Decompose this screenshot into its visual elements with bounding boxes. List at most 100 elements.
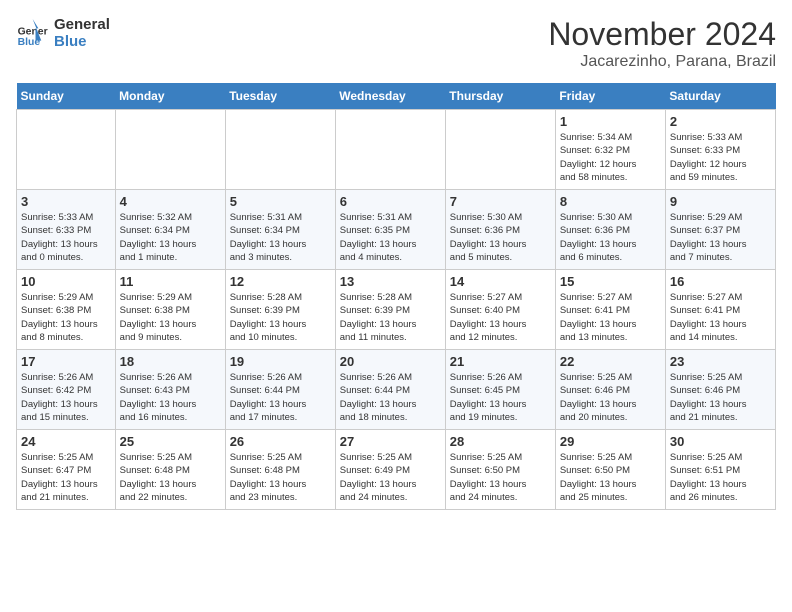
calendar-cell: 19 Sunrise: 5:26 AM Sunset: 6:44 PM Dayli… xyxy=(225,350,335,430)
day-number: 30 xyxy=(670,434,771,449)
calendar-cell: 5 Sunrise: 5:31 AM Sunset: 6:34 PM Daylig… xyxy=(225,190,335,270)
day-number: 18 xyxy=(120,354,221,369)
day-number: 9 xyxy=(670,194,771,209)
calendar-cell: 10 Sunrise: 5:29 AM Sunset: 6:38 PM Dayli… xyxy=(17,270,116,350)
day-number: 8 xyxy=(560,194,661,209)
svg-text:General: General xyxy=(18,27,48,38)
day-info: Sunrise: 5:25 AM Sunset: 6:48 PM Dayligh… xyxy=(120,451,221,504)
day-number: 6 xyxy=(340,194,441,209)
day-number: 5 xyxy=(230,194,331,209)
calendar-cell: 11 Sunrise: 5:29 AM Sunset: 6:38 PM Dayli… xyxy=(115,270,225,350)
day-number: 17 xyxy=(21,354,111,369)
day-number: 12 xyxy=(230,274,331,289)
day-info: Sunrise: 5:33 AM Sunset: 6:33 PM Dayligh… xyxy=(21,211,111,264)
page-header: General Blue General Blue November 2024 … xyxy=(16,16,776,71)
day-info: Sunrise: 5:29 AM Sunset: 6:38 PM Dayligh… xyxy=(120,291,221,344)
calendar-cell xyxy=(445,110,555,190)
day-number: 7 xyxy=(450,194,551,209)
month-title: November 2024 xyxy=(548,16,776,53)
calendar-cell: 14 Sunrise: 5:27 AM Sunset: 6:40 PM Dayli… xyxy=(445,270,555,350)
calendar-cell: 25 Sunrise: 5:25 AM Sunset: 6:48 PM Dayli… xyxy=(115,430,225,510)
day-info: Sunrise: 5:27 AM Sunset: 6:41 PM Dayligh… xyxy=(560,291,661,344)
logo: General Blue General Blue xyxy=(16,16,110,50)
calendar-cell: 6 Sunrise: 5:31 AM Sunset: 6:35 PM Daylig… xyxy=(335,190,445,270)
day-info: Sunrise: 5:30 AM Sunset: 6:36 PM Dayligh… xyxy=(560,211,661,264)
weekday-header-saturday: Saturday xyxy=(665,83,775,110)
calendar-week-4: 17 Sunrise: 5:26 AM Sunset: 6:42 PM Dayli… xyxy=(17,350,776,430)
day-info: Sunrise: 5:28 AM Sunset: 6:39 PM Dayligh… xyxy=(340,291,441,344)
calendar-cell: 16Sunrise: 5:27 AM Sunset: 6:41 PM Dayli… xyxy=(665,270,775,350)
weekday-header-sunday: Sunday xyxy=(17,83,116,110)
day-info: Sunrise: 5:29 AM Sunset: 6:37 PM Dayligh… xyxy=(670,211,771,264)
calendar-cell: 22Sunrise: 5:25 AM Sunset: 6:46 PM Dayli… xyxy=(555,350,665,430)
day-info: Sunrise: 5:29 AM Sunset: 6:38 PM Dayligh… xyxy=(21,291,111,344)
calendar-cell xyxy=(17,110,116,190)
day-number: 13 xyxy=(340,274,441,289)
location-title: Jacarezinho, Parana, Brazil xyxy=(548,53,776,71)
calendar-cell: 18 Sunrise: 5:26 AM Sunset: 6:43 PM Dayli… xyxy=(115,350,225,430)
calendar-cell xyxy=(335,110,445,190)
calendar-cell: 13 Sunrise: 5:28 AM Sunset: 6:39 PM Dayli… xyxy=(335,270,445,350)
day-info: Sunrise: 5:25 AM Sunset: 6:49 PM Dayligh… xyxy=(340,451,441,504)
day-number: 20 xyxy=(340,354,441,369)
weekday-header-thursday: Thursday xyxy=(445,83,555,110)
day-number: 25 xyxy=(120,434,221,449)
day-number: 11 xyxy=(120,274,221,289)
calendar-cell: 21Sunrise: 5:26 AM Sunset: 6:45 PM Dayli… xyxy=(445,350,555,430)
day-number: 19 xyxy=(230,354,331,369)
day-number: 24 xyxy=(21,434,111,449)
calendar-week-5: 24 Sunrise: 5:25 AM Sunset: 6:47 PM Dayli… xyxy=(17,430,776,510)
logo-blue: Blue xyxy=(54,33,110,50)
day-info: Sunrise: 5:25 AM Sunset: 6:50 PM Dayligh… xyxy=(450,451,551,504)
calendar-cell: 27 Sunrise: 5:25 AM Sunset: 6:49 PM Dayli… xyxy=(335,430,445,510)
logo-icon: General Blue xyxy=(16,17,48,49)
day-info: Sunrise: 5:26 AM Sunset: 6:44 PM Dayligh… xyxy=(340,371,441,424)
day-info: Sunrise: 5:28 AM Sunset: 6:39 PM Dayligh… xyxy=(230,291,331,344)
day-number: 4 xyxy=(120,194,221,209)
calendar-cell xyxy=(225,110,335,190)
day-info: Sunrise: 5:27 AM Sunset: 6:40 PM Dayligh… xyxy=(450,291,551,344)
day-info: Sunrise: 5:32 AM Sunset: 6:34 PM Dayligh… xyxy=(120,211,221,264)
calendar-table: SundayMondayTuesdayWednesdayThursdayFrid… xyxy=(16,83,776,510)
day-info: Sunrise: 5:33 AM Sunset: 6:33 PM Dayligh… xyxy=(670,131,771,184)
calendar-cell: 26 Sunrise: 5:25 AM Sunset: 6:48 PM Dayli… xyxy=(225,430,335,510)
day-number: 29 xyxy=(560,434,661,449)
day-info: Sunrise: 5:26 AM Sunset: 6:43 PM Dayligh… xyxy=(120,371,221,424)
day-info: Sunrise: 5:25 AM Sunset: 6:50 PM Dayligh… xyxy=(560,451,661,504)
day-number: 23 xyxy=(670,354,771,369)
calendar-cell: 1 Sunrise: 5:34 AM Sunset: 6:32 PM Daylig… xyxy=(555,110,665,190)
calendar-cell: 7 Sunrise: 5:30 AM Sunset: 6:36 PM Daylig… xyxy=(445,190,555,270)
calendar-cell: 23 Sunrise: 5:25 AM Sunset: 6:46 PM Dayli… xyxy=(665,350,775,430)
day-number: 10 xyxy=(21,274,111,289)
calendar-week-3: 10 Sunrise: 5:29 AM Sunset: 6:38 PM Dayli… xyxy=(17,270,776,350)
day-number: 2 xyxy=(670,114,771,129)
calendar-cell: 24 Sunrise: 5:25 AM Sunset: 6:47 PM Dayli… xyxy=(17,430,116,510)
day-info: Sunrise: 5:25 AM Sunset: 6:46 PM Dayligh… xyxy=(670,371,771,424)
day-number: 14 xyxy=(450,274,551,289)
day-info: Sunrise: 5:34 AM Sunset: 6:32 PM Dayligh… xyxy=(560,131,661,184)
day-number: 26 xyxy=(230,434,331,449)
day-number: 27 xyxy=(340,434,441,449)
weekday-header-row: SundayMondayTuesdayWednesdayThursdayFrid… xyxy=(17,83,776,110)
day-info: Sunrise: 5:25 AM Sunset: 6:48 PM Dayligh… xyxy=(230,451,331,504)
day-number: 28 xyxy=(450,434,551,449)
calendar-cell xyxy=(115,110,225,190)
calendar-cell: 20 Sunrise: 5:26 AM Sunset: 6:44 PM Dayli… xyxy=(335,350,445,430)
weekday-header-wednesday: Wednesday xyxy=(335,83,445,110)
day-info: Sunrise: 5:31 AM Sunset: 6:35 PM Dayligh… xyxy=(340,211,441,264)
day-info: Sunrise: 5:26 AM Sunset: 6:44 PM Dayligh… xyxy=(230,371,331,424)
day-info: Sunrise: 5:26 AM Sunset: 6:42 PM Dayligh… xyxy=(21,371,111,424)
day-number: 16 xyxy=(670,274,771,289)
calendar-cell: 4 Sunrise: 5:32 AM Sunset: 6:34 PM Daylig… xyxy=(115,190,225,270)
day-number: 22 xyxy=(560,354,661,369)
day-info: Sunrise: 5:30 AM Sunset: 6:36 PM Dayligh… xyxy=(450,211,551,264)
weekday-header-tuesday: Tuesday xyxy=(225,83,335,110)
day-info: Sunrise: 5:31 AM Sunset: 6:34 PM Dayligh… xyxy=(230,211,331,264)
title-block: November 2024 Jacarezinho, Parana, Brazi… xyxy=(548,16,776,71)
day-number: 1 xyxy=(560,114,661,129)
calendar-cell: 3 Sunrise: 5:33 AM Sunset: 6:33 PM Daylig… xyxy=(17,190,116,270)
day-info: Sunrise: 5:25 AM Sunset: 6:47 PM Dayligh… xyxy=(21,451,111,504)
calendar-cell: 28 Sunrise: 5:25 AM Sunset: 6:50 PM Dayli… xyxy=(445,430,555,510)
day-number: 3 xyxy=(21,194,111,209)
day-number: 15 xyxy=(560,274,661,289)
